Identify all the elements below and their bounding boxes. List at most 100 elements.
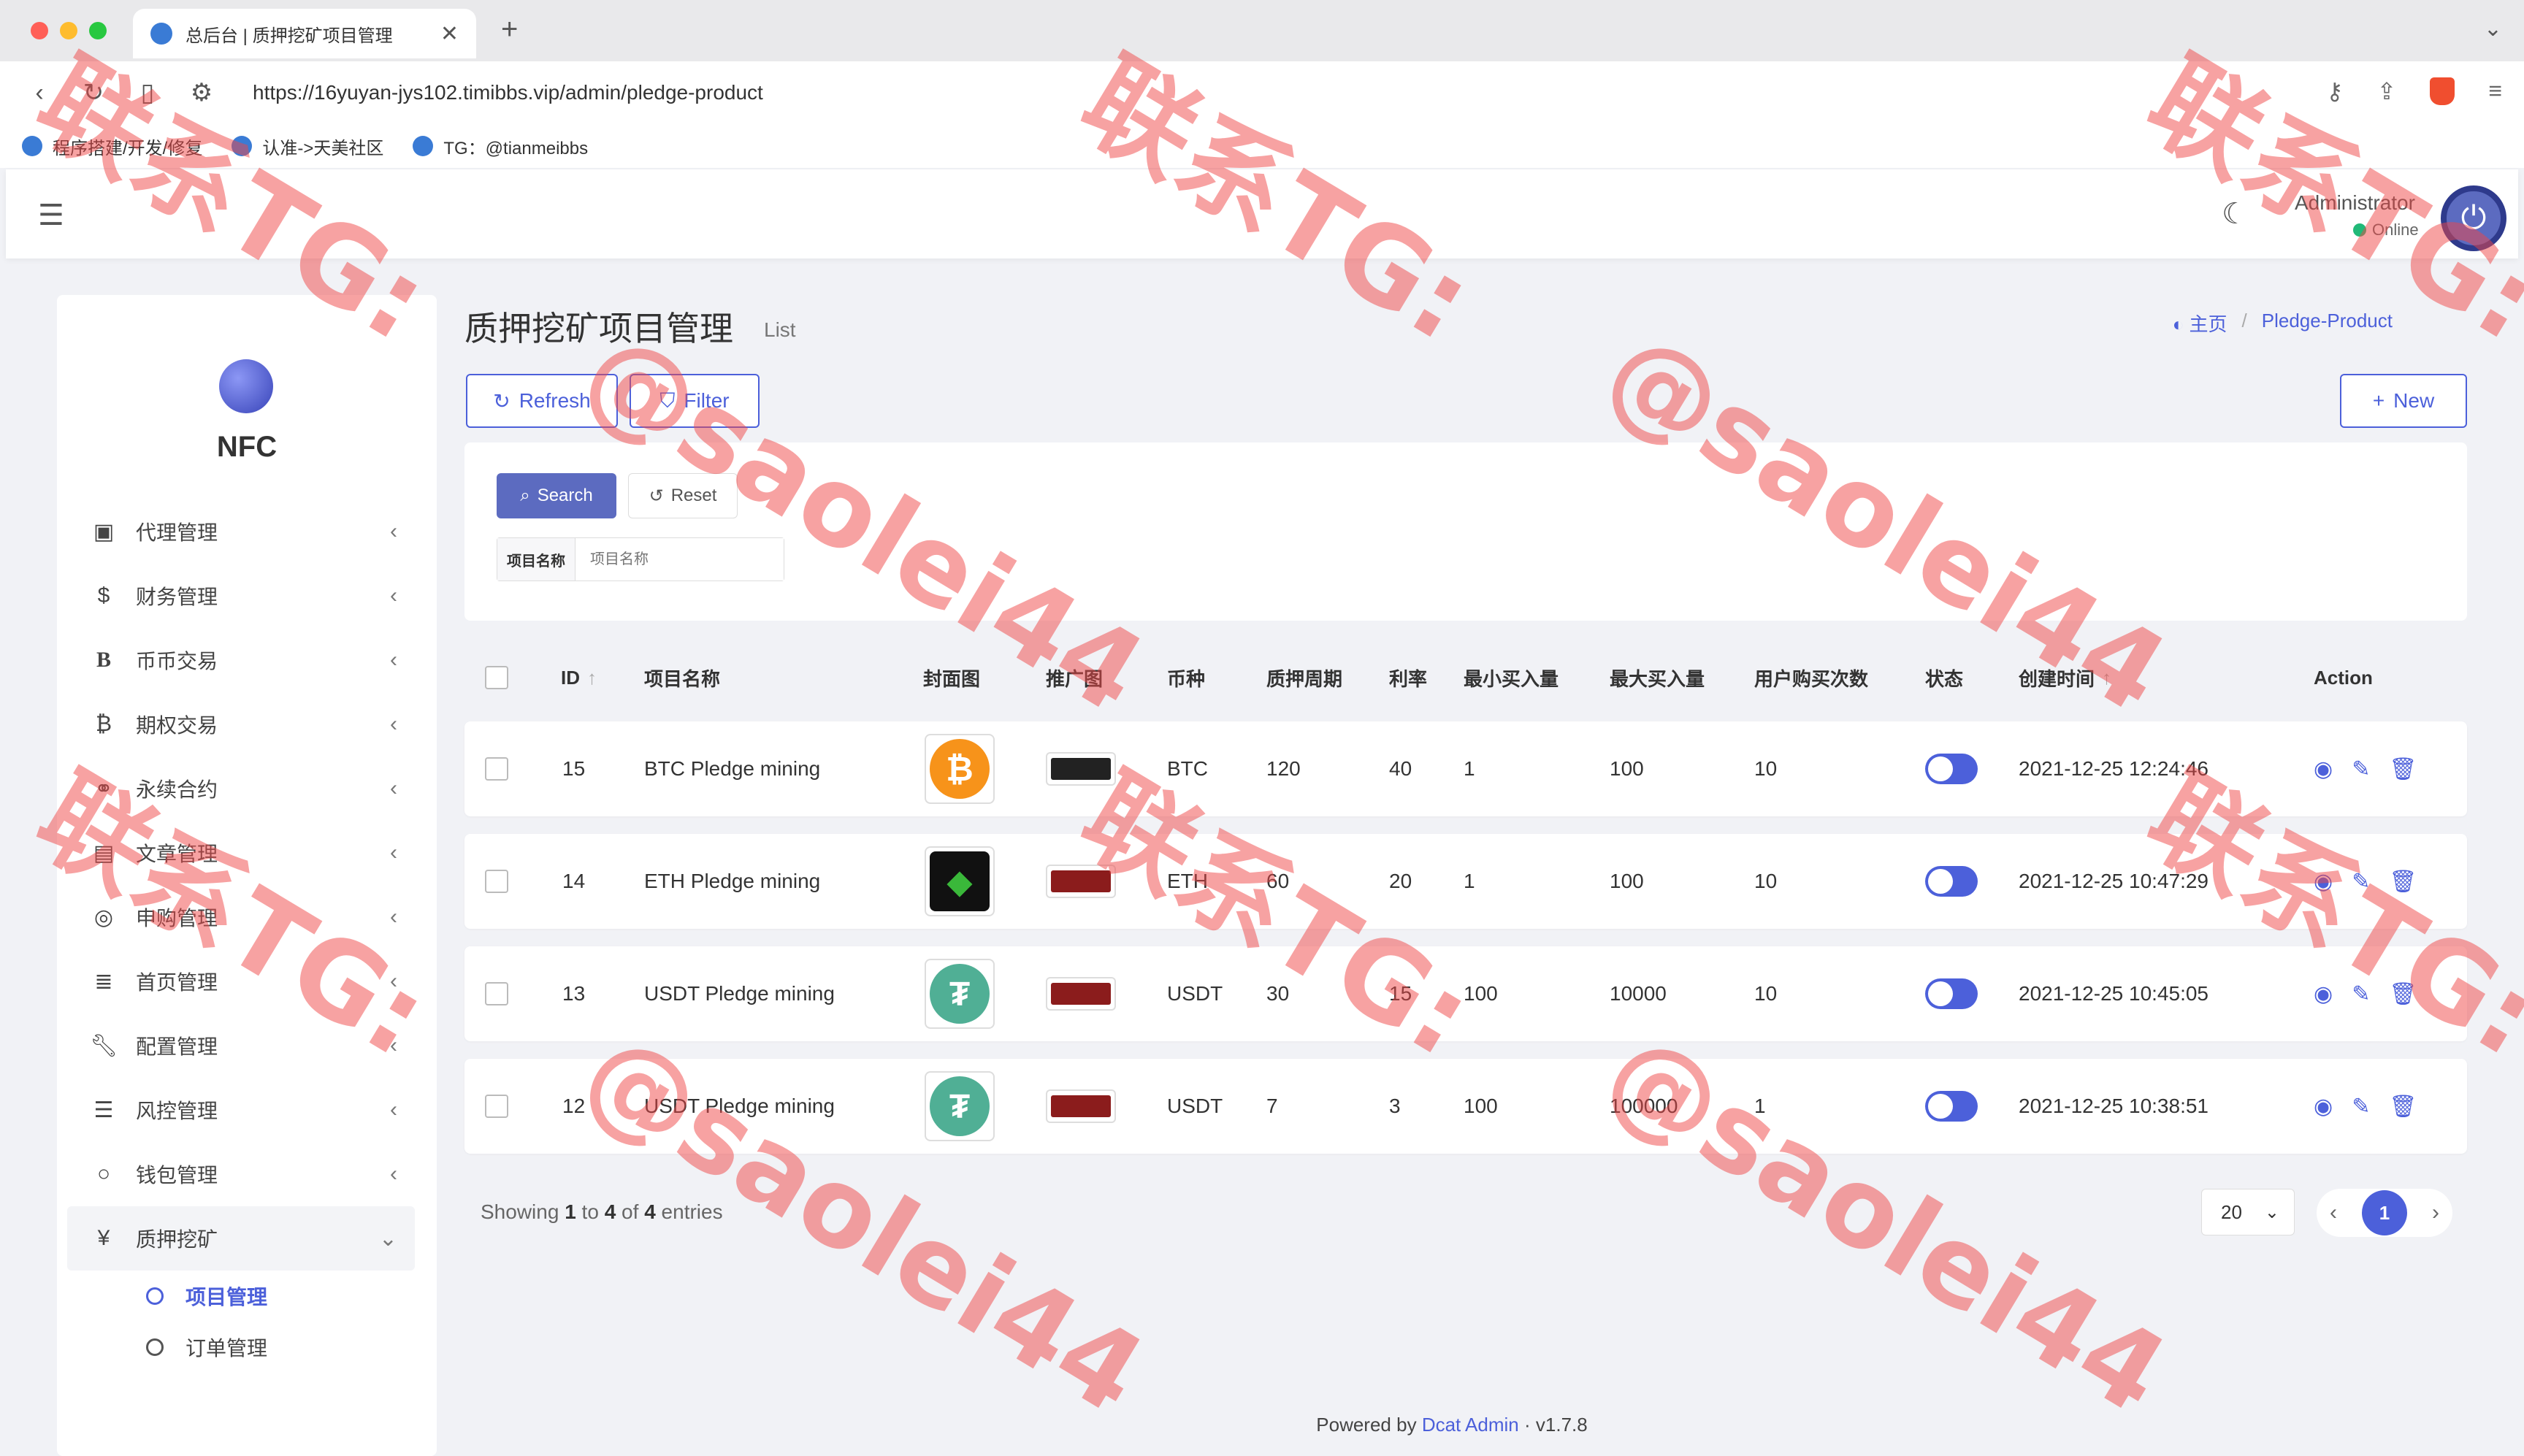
cover-image[interactable]: ◆ [925,846,995,916]
share-icon[interactable]: ⇪ [2377,77,2397,105]
lifebuoy-icon: ◎ [93,905,114,930]
column-max: 最大买入量 [1610,667,1705,690]
breadcrumb-home[interactable]: ◐ 主页 [2173,310,2227,337]
next-page-icon[interactable]: › [2432,1200,2439,1225]
sidebar-item-pledge[interactable]: ¥ 质押挖矿 ⌄ [67,1206,415,1271]
sidebar-menu: ▣ 代理管理 ‹ $ 财务管理 ‹ B 币币交易 ‹ ₿ 期权交易 ‹ ⚭ 永续合约 ‹ ▤ 文章管理… [67,499,415,1373]
dark-mode-icon[interactable]: ☾ [2222,197,2248,231]
bookmark-item[interactable]: TG：@tianmeibbs [413,134,588,159]
url-text[interactable]: https://16yuyan-jys102.timibbs.vip/admin… [253,81,763,104]
column-created[interactable]: 创建时间 ↑ [2019,648,2111,707]
dcat-admin-link[interactable]: Dcat Admin [1422,1414,1519,1436]
page-button-current[interactable]: 1 [2362,1190,2407,1235]
user-avatar-power-icon[interactable]: ⏻ [2441,185,2506,251]
maximize-window-button[interactable] [89,22,107,39]
banner-thumbnail-icon [1051,983,1111,1005]
reset-button[interactable]: ↺ Reset [628,473,738,518]
site-settings-icon[interactable]: ⚙ [187,78,216,107]
sidebar-subitem-orders[interactable]: 订单管理 [67,1322,415,1373]
row-checkbox[interactable] [485,757,508,781]
chevron-left-icon: ‹ [390,776,397,800]
sidebar-item-risk[interactable]: ☰ 风控管理 ‹ [67,1078,415,1142]
brave-shield-icon[interactable] [2430,77,2455,105]
minimize-window-button[interactable] [60,22,77,39]
delete-icon[interactable]: 🗑︎ [2389,869,2417,894]
row-checkbox[interactable] [485,870,508,893]
cell-coin: ETH [1167,870,1208,892]
edit-icon[interactable]: ✎ [2352,1094,2370,1119]
view-icon[interactable]: ◉ [2314,1094,2333,1119]
view-icon[interactable]: ◉ [2314,981,2333,1007]
delete-icon[interactable]: 🗑︎ [2389,1094,2417,1119]
column-promo: 推广图 [1046,667,1104,690]
tab-title: 总后台 | 质押挖矿项目管理 [186,26,393,46]
refresh-button[interactable]: ↻ Refresh [466,374,618,428]
sort-icon[interactable]: ↑ [587,667,597,689]
table-header: ID ↑ 项目名称 封面图 推广图 币种 质押周期 利率 最小买入量 最大买入量 … [464,648,2467,707]
sidebar-item-config[interactable]: 🔧︎ 配置管理 ‹ [67,1014,415,1078]
promo-image[interactable] [1046,865,1116,898]
chevron-left-icon: ‹ [390,840,397,865]
sidebar-item-articles[interactable]: ▤ 文章管理 ‹ [67,821,415,885]
link-icon: ⚭ [94,776,113,801]
promo-image[interactable] [1046,752,1116,786]
close-tab-icon[interactable]: ✕ [440,21,459,47]
sort-icon[interactable]: ↑ [2102,667,2111,689]
promo-image[interactable] [1046,977,1116,1011]
sidebar-subitem-projects[interactable]: 项目管理 [67,1271,415,1322]
tab-list-chevron-icon[interactable]: ⌄ [2484,16,2502,42]
edit-icon[interactable]: ✎ [2352,981,2370,1007]
prev-page-icon[interactable]: ‹ [2330,1200,2337,1225]
browser-tab[interactable]: 总后台 | 质押挖矿项目管理 ✕ [133,9,476,58]
promo-image[interactable] [1046,1089,1116,1123]
status-toggle[interactable] [1925,754,1978,784]
select-all-checkbox[interactable] [485,666,508,689]
browser-menu-icon[interactable]: ≡ [2488,77,2502,105]
cover-image[interactable]: ₿ [925,734,995,804]
sidebar-item-agent[interactable]: ▣ 代理管理 ‹ [67,499,415,564]
sidebar-item-options[interactable]: ₿ 期权交易 ‹ [67,692,415,756]
sidebar-item-finance[interactable]: $ 财务管理 ‹ [67,564,415,628]
row-checkbox[interactable] [485,982,508,1005]
sidebar-item-homepage[interactable]: ≣ 首页管理 ‹ [67,949,415,1014]
sidebar-item-spot[interactable]: B 币币交易 ‹ [67,628,415,692]
search-icon: ⌕ [520,486,530,505]
new-button[interactable]: + New [2340,374,2467,428]
newspaper-icon: ▤ [93,840,115,865]
cell-min: 100 [1464,1095,1498,1117]
view-icon[interactable]: ◉ [2314,756,2333,782]
back-icon[interactable]: ‹ [25,79,54,107]
edit-icon[interactable]: ✎ [2352,869,2370,894]
table-row: 12 USDT Pledge mining ₮ USDT 7 3 100 100… [464,1059,2467,1154]
menu-toggle-icon[interactable]: ☰ [38,199,64,232]
cover-image[interactable]: ₮ [925,959,995,1029]
per-page-select[interactable]: 20 ⌄ [2201,1189,2295,1235]
close-window-button[interactable] [31,22,48,39]
filter-button[interactable]: ⛉ Filter [630,374,760,428]
bookmark-item[interactable]: 认准->天美社区 [232,134,383,159]
project-name-input[interactable] [575,538,784,581]
cover-image[interactable]: ₮ [925,1071,995,1141]
new-tab-icon[interactable]: + [501,13,518,46]
sidebar-item-wallet[interactable]: ○ 钱包管理 ‹ [67,1142,415,1206]
bookmark-item[interactable]: 程序搭建/开发/修复 [22,134,202,159]
status-toggle[interactable] [1925,1091,1978,1122]
reload-icon[interactable]: ↻ [79,78,108,107]
cell-period: 120 [1266,757,1301,780]
cell-period: 60 [1266,870,1290,892]
view-icon[interactable]: ◉ [2314,869,2333,894]
key-icon[interactable]: ⚷ [2326,77,2343,105]
status-toggle[interactable] [1925,866,1978,897]
page-title: 质押挖矿项目管理 [464,310,733,348]
bookmark-icon[interactable]: ▯ [133,78,162,107]
row-checkbox[interactable] [485,1095,508,1118]
sidebar-item-perpetual[interactable]: ⚭ 永续合约 ‹ [67,756,415,821]
search-button[interactable]: ⌕ Search [497,473,616,518]
delete-icon[interactable]: 🗑︎ [2389,981,2417,1007]
status-toggle[interactable] [1925,978,1978,1009]
column-id[interactable]: ID ↑ [561,648,597,707]
admin-name[interactable]: Administrator [2295,191,2415,215]
delete-icon[interactable]: 🗑︎ [2389,756,2417,782]
sidebar-item-subscription[interactable]: ◎ 申购管理 ‹ [67,885,415,949]
edit-icon[interactable]: ✎ [2352,756,2370,782]
